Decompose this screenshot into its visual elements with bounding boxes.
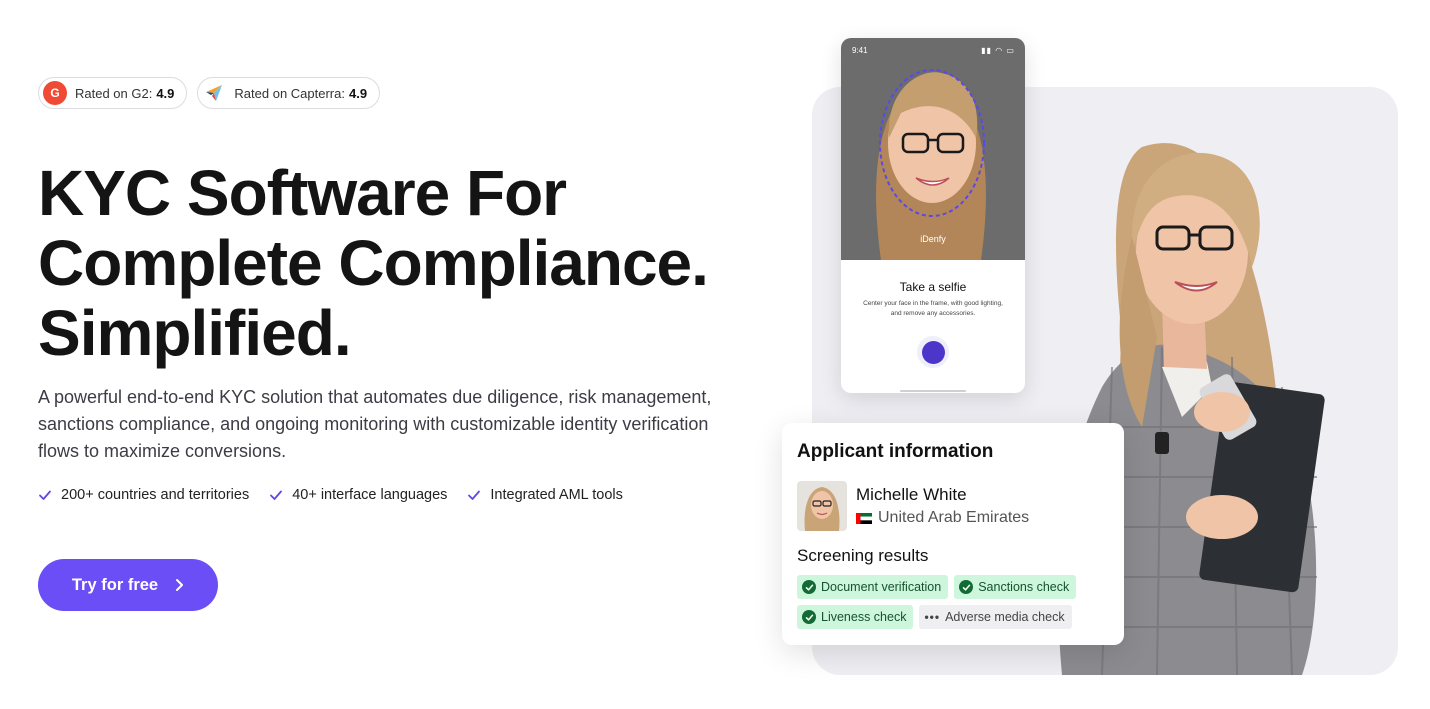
selfie-title: Take a selfie bbox=[899, 280, 967, 294]
country-label: United Arab Emirates bbox=[878, 509, 1030, 526]
check-tag-adverse-media[interactable]: ••• Adverse media check bbox=[919, 605, 1072, 629]
uae-flag-icon bbox=[856, 512, 872, 524]
rating-badges: G Rated on G2: 4.9 Rated on Capterra: 4.… bbox=[38, 77, 381, 109]
check-tag-sanctions[interactable]: Sanctions check bbox=[954, 575, 1077, 599]
screening-results: Document verification Sanctions check Li… bbox=[797, 575, 1107, 629]
g2-logo-icon: G bbox=[43, 81, 67, 105]
hero-subtitle: A powerful end-to-end KYC solution that … bbox=[38, 387, 712, 461]
feature-label: 40+ interface languages bbox=[292, 487, 448, 503]
avatar bbox=[797, 481, 847, 531]
applicant-country: United Arab Emirates bbox=[856, 509, 1029, 527]
feature-label: 200+ countries and territories bbox=[61, 487, 250, 503]
shutter-button[interactable] bbox=[917, 336, 949, 368]
home-indicator bbox=[900, 390, 966, 392]
applicant-row: Michelle White United Arab Emirates bbox=[797, 481, 1109, 531]
g2-rating-score: 4.9 bbox=[156, 85, 175, 101]
feature-list: 200+ countries and territories 40+ inter… bbox=[38, 487, 623, 503]
title-line-2: Complete Compliance. bbox=[38, 227, 709, 299]
card-title: Applicant information bbox=[797, 441, 994, 462]
feature-item: Integrated AML tools bbox=[467, 487, 623, 503]
capterra-logo-icon bbox=[202, 81, 226, 105]
capterra-rating-score: 4.9 bbox=[348, 85, 368, 101]
cta-label: Try for free bbox=[71, 575, 159, 594]
check-circle-icon bbox=[802, 580, 816, 594]
screening-title: Screening results bbox=[797, 546, 929, 565]
check-label: Document verification bbox=[821, 580, 942, 594]
check-circle-icon bbox=[959, 580, 974, 594]
check-label: Adverse media check bbox=[945, 610, 1065, 624]
check-tag-document[interactable]: Document verification bbox=[797, 575, 949, 599]
title-line-1: KYC Software For bbox=[38, 157, 567, 229]
capterra-rating-label: Rated on Capterra: bbox=[234, 85, 345, 101]
feature-label: Integrated AML tools bbox=[490, 487, 623, 503]
g2-rating-badge[interactable]: G Rated on G2: 4.9 bbox=[38, 77, 188, 109]
check-label: Sanctions check bbox=[978, 580, 1070, 594]
applicant-card: Applicant information Michelle White Uni… bbox=[782, 423, 1124, 645]
try-for-free-button[interactable]: Try for free bbox=[38, 559, 218, 611]
applicant-name: Michelle White bbox=[856, 485, 967, 504]
selfie-description: Center your face in the frame, with good… bbox=[863, 300, 1003, 317]
camera-view: 9:41 ▮▮ ◠ ▭ iDenfy bbox=[841, 38, 1025, 260]
brand-label: iDenfy bbox=[920, 234, 946, 244]
check-label: Liveness check bbox=[821, 610, 907, 624]
phone-mockup: 9:41 ▮▮ ◠ ▭ iDenfy Take a selfie Center … bbox=[841, 38, 1025, 393]
feature-item: 200+ countries and territories bbox=[38, 487, 249, 503]
g2-rating-label: Rated on G2: bbox=[75, 85, 153, 101]
check-circle-icon bbox=[802, 610, 816, 624]
check-tag-liveness[interactable]: Liveness check bbox=[797, 605, 914, 629]
selfie-panel: Take a selfie Center your face in the fr… bbox=[841, 260, 1025, 392]
title-line-3: Simplified. bbox=[38, 297, 352, 369]
selfie-face-image bbox=[876, 69, 986, 260]
shutter-inner bbox=[921, 340, 945, 364]
check-icon bbox=[270, 490, 283, 500]
more-dots-icon: ••• bbox=[924, 610, 941, 624]
feature-item: 40+ interface languages bbox=[269, 487, 447, 503]
check-icon bbox=[468, 490, 481, 500]
page-title: KYC Software For Complete Compliance. Si… bbox=[38, 158, 758, 368]
capterra-rating-badge[interactable]: Rated on Capterra: 4.9 bbox=[197, 77, 381, 109]
check-icon bbox=[39, 490, 51, 500]
chevron-right-icon bbox=[176, 579, 184, 591]
